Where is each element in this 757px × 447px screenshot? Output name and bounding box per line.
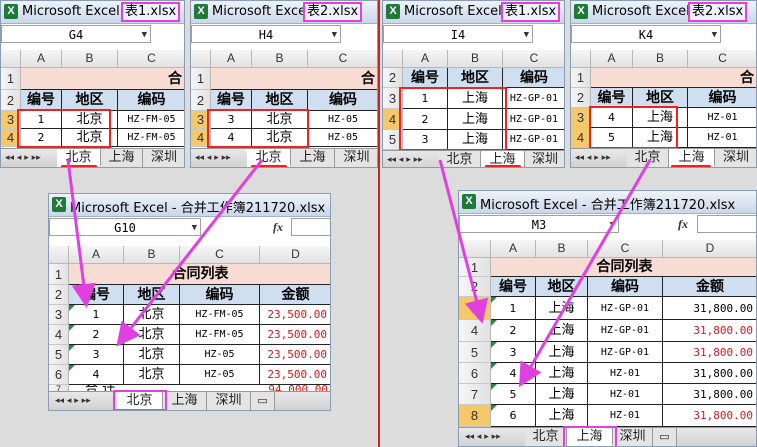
arrow-line <box>519 159 652 388</box>
arrow-overlay <box>66 159 652 388</box>
arrow-line <box>116 159 264 347</box>
arrow-line <box>66 159 96 308</box>
arrow-line <box>438 159 489 324</box>
